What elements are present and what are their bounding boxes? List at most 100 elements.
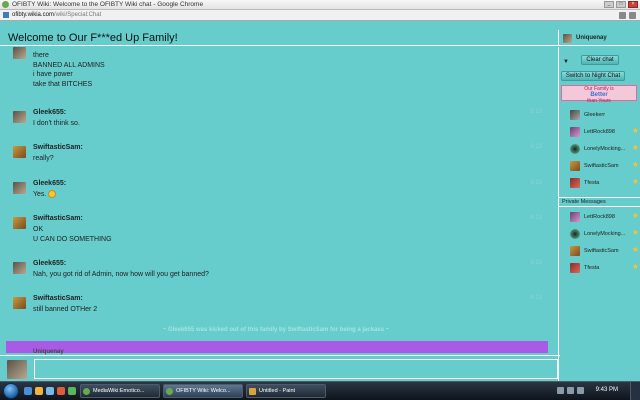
message-avatar[interactable] [13,262,26,274]
message-line: U CAN DO SOMETHING [33,235,112,243]
window-controls: _ □ × [604,1,638,8]
window-titlebar: OFIBTY Wiki: Welcome to the OFIBTY Wiki … [0,0,640,10]
admin-star-icon: ★ [631,126,639,135]
taskbar-item[interactable]: MediaWiki:Emotico... [80,384,160,398]
message-line: still banned OTHer 2 [33,306,98,313]
show-desktop-button[interactable] [630,382,640,400]
user-name: SwiftasticSam [584,248,619,254]
message-avatar[interactable] [13,217,26,229]
user-avatar [570,178,580,188]
admin-star-icon: ★ [631,143,639,152]
message-sender[interactable]: Gleek655: [33,109,66,116]
task-label: Untitled - Paint [259,388,296,394]
message-sender[interactable]: SwiftasticSam: [33,215,83,222]
wrench-icon[interactable] [629,12,636,19]
system-tray [557,387,584,394]
message-avatar[interactable] [13,47,26,59]
url-text[interactable]: ofibty.wikia.com/wiki/Special:Chat [12,12,101,18]
chrome-quicklaunch-icon[interactable] [68,387,76,395]
user-list-item[interactable]: LettRock898 ★ [567,124,639,141]
user-avatar [570,161,580,171]
taskbar-item-active[interactable]: OFIBTY Wiki: Welco... [163,384,243,398]
close-window-button[interactable]: × [628,1,638,8]
admin-star-icon: ★ [631,262,639,271]
security-tray-icon[interactable] [577,387,584,394]
user-list-item[interactable]: SwiftasticSam ★ [567,158,639,175]
user-avatar [570,246,580,256]
message-sender[interactable]: Gleek655: [33,260,66,267]
pm-list-item[interactable]: Tfesta ★ [567,260,639,277]
address-bar[interactable]: ofibty.wikia.com/wiki/Special:Chat [0,10,640,21]
kick-alert: ~ Gleek655 was kicked out of this family… [162,327,390,333]
room-title: Welcome to Our F***ed Up Family! [8,32,178,44]
user-name: Gleekerr [584,112,606,118]
maximize-button[interactable]: □ [616,1,626,8]
user-avatar [570,263,580,273]
user-avatar [570,229,580,239]
minimize-button[interactable]: _ [604,1,614,8]
message-sender[interactable]: SwiftasticSam: [33,295,83,302]
user-name: Tfesta [584,265,600,271]
ie-quicklaunch-icon[interactable] [24,387,32,395]
message-line: I don't think so. [33,120,80,127]
user-list-item[interactable]: LonelyMocking... ★ [567,141,639,158]
page-menu-icon[interactable] [619,12,626,19]
message-avatar[interactable] [13,111,26,123]
chat-input-row [0,355,560,381]
message-line: really? [33,155,54,162]
message-avatar[interactable] [13,182,26,194]
taskbar-item[interactable]: Untitled - Paint [246,384,326,398]
windows-taskbar: MediaWiki:Emotico... OFIBTY Wiki: Welco.… [0,381,640,400]
chat-message-input[interactable] [34,359,558,379]
user-list-item[interactable]: Gleekerr [567,107,639,124]
online-user-list: Gleekerr LettRock898 ★ LonelyMocking... … [567,107,639,192]
night-chat-button[interactable]: Switch to Night Chat [561,71,625,81]
chrome-icon [166,388,173,395]
private-messages-header: Private Messages [559,197,640,207]
task-label: OFIBTY Wiki: Welco... [176,388,231,394]
user-name: SwiftasticSam [584,163,619,169]
pm-list-item[interactable]: LonelyMocking... ★ [567,226,639,243]
user-list-item[interactable]: Tfesta ★ [567,175,639,192]
chevron-down-icon[interactable]: ▼ [563,59,569,65]
self-avatar [7,360,27,379]
current-user-box[interactable]: Uniquenay [558,30,640,46]
user-name: LettRock898 [584,129,615,135]
task-label: MediaWiki:Emotico... [93,388,145,394]
admin-star-icon: ★ [631,245,639,254]
message-avatar[interactable] [13,297,26,309]
chat-header: Welcome to Our F***ed Up Family! Uniquen… [0,30,640,46]
message-sender[interactable]: Gleek655: [33,180,66,187]
chrome-icon [83,388,90,395]
folder-quicklaunch-icon[interactable] [35,387,43,395]
taskbar-clock[interactable]: 9:43 PM [596,387,618,393]
message-time: 9:13 [530,295,542,301]
network-tray-icon[interactable] [557,387,564,394]
user-avatar [570,212,580,222]
media-quicklaunch-icon[interactable] [57,387,65,395]
url-path: /wiki/Special:Chat [53,12,102,18]
banner-line: than Yours [587,98,611,104]
chrome-favicon-icon [2,1,9,8]
admin-star-icon: ★ [631,177,639,186]
show-desktop-quicklaunch-icon[interactable] [46,387,54,395]
message-list[interactable]: there BANNED ALL ADMINS i have power tak… [6,47,546,355]
user-avatar [570,110,580,120]
user-rail: ▼ Clear chat Switch to Night Chat Our Fa… [558,47,640,381]
admin-star-icon: ★ [631,228,639,237]
message-avatar[interactable] [13,146,26,158]
start-button[interactable] [3,383,19,399]
admin-star-icon: ★ [631,160,639,169]
paint-icon [249,388,256,395]
volume-tray-icon[interactable] [567,387,574,394]
user-name: LettRock898 [584,214,615,220]
message-sender[interactable]: SwiftasticSam: [33,144,83,151]
message-line: i have power [33,71,73,78]
pm-list-item[interactable]: LettRock898 ★ [567,209,639,226]
window-title: OFIBTY Wiki: Welcome to the OFIBTY Wiki … [12,1,204,8]
message-time: 9:13 [530,260,542,266]
user-avatar [570,144,580,154]
message-time: 9:13 [530,180,542,186]
clear-chat-button[interactable]: Clear chat [581,55,619,65]
pm-list-item[interactable]: SwiftasticSam ★ [567,243,639,260]
